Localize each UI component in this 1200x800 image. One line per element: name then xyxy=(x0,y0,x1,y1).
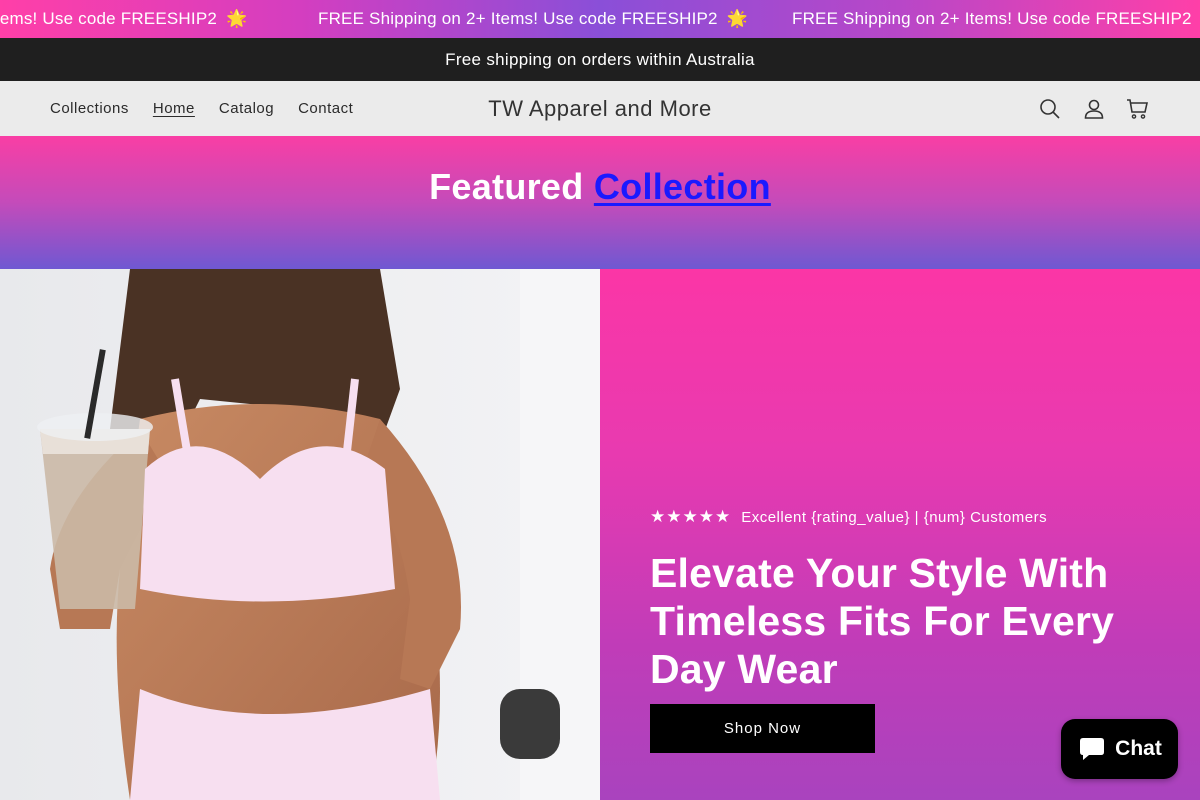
nav-home[interactable]: Home xyxy=(153,100,195,117)
marquee-item: Items! Use code FREESHIP2 🌟 xyxy=(0,9,248,28)
brand-logo-text[interactable]: TW Apparel and More xyxy=(488,96,711,121)
announcement-bar: Free shipping on orders within Australia xyxy=(0,38,1200,81)
chat-bubble-icon xyxy=(1080,738,1105,760)
hero-photo xyxy=(0,269,600,800)
header-icons xyxy=(1020,95,1152,123)
marquee-item: FREE Shipping on 2+ Items! Use code FREE… xyxy=(792,9,1192,28)
shop-now-button[interactable]: Shop Now xyxy=(650,704,875,753)
nav-catalog[interactable]: Catalog xyxy=(219,100,274,117)
featured-collection-link[interactable]: Collection xyxy=(594,166,771,207)
search-icon[interactable] xyxy=(1036,95,1064,123)
chat-button[interactable]: Chat xyxy=(1061,719,1178,779)
account-icon[interactable] xyxy=(1080,95,1108,123)
announcement-text: Free shipping on orders within Australia xyxy=(445,50,755,69)
rating-text: Excellent {rating_value} | {num} Custome… xyxy=(741,508,1048,526)
rating-stars: ★★★★★ xyxy=(650,507,732,526)
rating-row: ★★★★★ Excellent {rating_value} | {num} C… xyxy=(650,507,1047,527)
cart-icon[interactable] xyxy=(1124,95,1152,123)
hero-title: Elevate Your Style With Timeless Fits Fo… xyxy=(650,550,1115,692)
featured-prefix: Featured xyxy=(429,166,584,207)
promo-marquee: Items! Use code FREESHIP2 🌟 FREE Shippin… xyxy=(0,0,1200,38)
featured-banner: Featured Collection xyxy=(0,136,1200,269)
featured-heading: Featured Collection xyxy=(0,136,1200,208)
nav-contact[interactable]: Contact xyxy=(298,100,353,117)
hero-image xyxy=(0,269,600,800)
marquee-item: FREE Shipping on 2+ Items! Use code FREE… xyxy=(318,9,749,28)
nav-collections[interactable]: Collections xyxy=(50,100,129,117)
site-header: Collections Home Catalog Contact TW Appa… xyxy=(0,81,1200,136)
chat-label: Chat xyxy=(1115,737,1162,760)
main-nav: Collections Home Catalog Contact xyxy=(50,81,377,136)
